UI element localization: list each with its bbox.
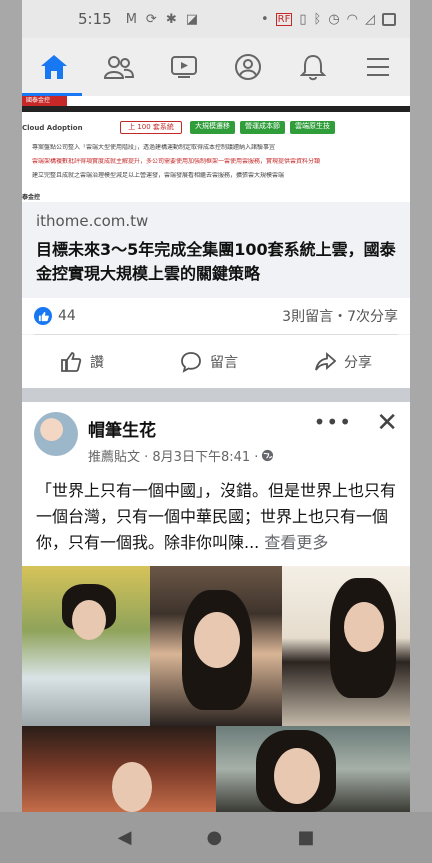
right-dim-edge xyxy=(410,0,432,863)
hero-red-pill: 上 100 套系統 xyxy=(120,121,182,134)
status-left-icons: M ⟳ ✱ ◪ xyxy=(126,12,198,27)
battery-icon xyxy=(382,12,396,26)
hero-text-line: 建立完整且成就之雲端治理模型減足以上營運發，雲端發展看相繼去雲服務，擴張雲大規模… xyxy=(32,172,285,179)
video-icon[interactable] xyxy=(164,47,204,87)
vibrate-icon: ▯ xyxy=(299,11,307,27)
top-nav xyxy=(22,38,410,96)
link-domain: ithome.com.tw xyxy=(36,212,149,230)
reaction-summary[interactable]: 44 3則留言・7次分享 xyxy=(22,298,410,334)
shared-link-post[interactable]: 國泰金控 Cloud Adoption 上 100 套系統 大規模遷移 營運成本… xyxy=(22,96,410,388)
see-more-link[interactable]: 查看更多 xyxy=(264,533,328,552)
gmail-icon: M xyxy=(125,11,137,27)
photo-2[interactable] xyxy=(150,566,282,726)
back-button[interactable]: ◀ xyxy=(118,827,132,848)
sync-icon: ⟳ xyxy=(145,11,157,27)
system-nav-bar: ◀ ● ■ xyxy=(0,812,432,863)
rf-icon: RF xyxy=(275,12,293,26)
hero-source-label: 泰金控 xyxy=(22,194,41,201)
app-icon: ◪ xyxy=(185,11,199,27)
hero-dark-band xyxy=(22,106,410,112)
hero-text-line: 雲端架構複數批評得項實度成就主解提升，多公司需要使用加強制框架一雲使用雲服務，實… xyxy=(32,158,321,165)
android-icon: ✱ xyxy=(165,11,177,27)
home-button[interactable]: ● xyxy=(207,827,223,848)
post-body[interactable]: 「世界上只有一個中國」，沒錯。但是世界上也只有一個台灣，只有一個中華民國；世界上… xyxy=(36,478,398,556)
photo-3[interactable] xyxy=(282,566,410,726)
status-bar: 5:15 M ⟳ ✱ ◪ • RF ▯ ᛒ ◷ ◠ ◿ xyxy=(22,0,410,38)
signal-off-icon: ◿ xyxy=(365,11,375,27)
avatar[interactable] xyxy=(34,412,78,456)
wifi-icon: ◠ xyxy=(346,11,358,27)
feed-separator xyxy=(22,388,410,402)
photo-4[interactable] xyxy=(22,726,216,812)
link-preview-image[interactable]: 國泰金控 Cloud Adoption 上 100 套系統 大規模遷移 營運成本… xyxy=(22,96,410,202)
post-meta-text: 推薦貼文 · 8月3日下午8:41 · xyxy=(88,450,259,465)
post-meta: 推薦貼文 · 8月3日下午8:41 · xyxy=(88,446,274,465)
hero-green-pill: 營運成本節 xyxy=(240,121,285,134)
reaction-count[interactable]: 44 xyxy=(58,308,76,324)
like-badge-icon xyxy=(34,307,52,325)
share-label: 分享 xyxy=(344,354,372,371)
more-options-button[interactable]: ••• xyxy=(314,410,352,434)
comments-shares-count[interactable]: 3則留言・7次分享 xyxy=(282,306,398,326)
thumbs-up-icon xyxy=(61,351,82,372)
photo-5[interactable] xyxy=(216,726,410,812)
share-icon xyxy=(315,351,336,371)
comment-button[interactable]: 留言 xyxy=(180,351,238,373)
globe-icon xyxy=(262,449,274,462)
dot-icon: • xyxy=(260,11,269,27)
suggested-post[interactable]: 帽筆生花 推薦貼文 · 8月3日下午8:41 · ••• ✕ 「世界上只有一個中… xyxy=(22,402,410,812)
comment-label: 留言 xyxy=(210,354,238,371)
friends-icon[interactable] xyxy=(99,47,139,87)
hero-cloud-label: Cloud Adoption xyxy=(22,124,83,132)
comment-icon xyxy=(181,351,201,373)
hero-top-label: 國泰金控 xyxy=(22,96,67,106)
share-button[interactable]: 分享 xyxy=(314,351,372,373)
hero-text-line: 專案盤點公司整入「雲端大型使用階段」，透過建構運動制定取得成本控制議題納入諸驗事… xyxy=(32,144,276,151)
recents-button[interactable]: ■ xyxy=(297,827,314,848)
photo-grid xyxy=(22,566,410,812)
hero-green-pill: 雲端原生技 xyxy=(290,121,335,134)
alarm-icon: ◷ xyxy=(328,11,340,27)
like-button[interactable]: 讚 xyxy=(60,351,104,373)
link-headline[interactable]: 目標未來3～5年完成全集團100套系統上雲，國泰金控實現大規模上雲的關鍵策略 xyxy=(36,238,398,286)
left-dim-edge xyxy=(0,0,22,863)
hide-post-button[interactable]: ✕ xyxy=(376,408,398,438)
like-label: 讚 xyxy=(90,354,104,371)
bluetooth-off-icon: ᛒ xyxy=(313,11,322,27)
status-time: 5:15 xyxy=(78,10,112,28)
post-text: 「世界上只有一個中國」，沒錯。但是世界上也只有一個台灣，只有一個中華民國；世界上… xyxy=(36,481,397,552)
menu-icon[interactable] xyxy=(358,47,398,87)
notifications-icon[interactable] xyxy=(293,47,333,87)
home-icon[interactable] xyxy=(34,47,74,87)
post-action-bar: 讚 留言 分享 xyxy=(22,335,410,388)
status-right-icons: • RF ▯ ᛒ ◷ ◠ ◿ xyxy=(261,12,396,27)
profile-icon[interactable] xyxy=(228,47,268,87)
photo-1[interactable] xyxy=(22,566,150,726)
post-author-name[interactable]: 帽筆生花 xyxy=(88,416,156,441)
hero-green-pill: 大規模遷移 xyxy=(190,121,235,134)
